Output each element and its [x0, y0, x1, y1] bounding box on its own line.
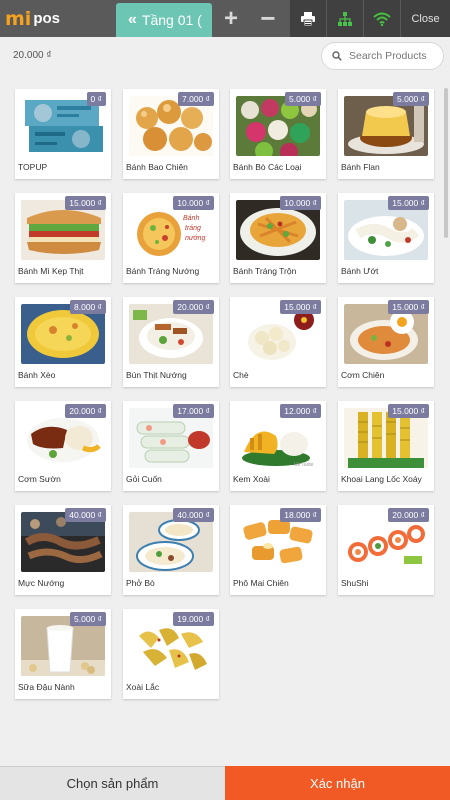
price-badge: 15.000 ₫	[280, 300, 321, 314]
search-icon	[332, 51, 342, 61]
product-card[interactable]: 17.000 ₫ Gỏi Cuốn	[123, 401, 219, 491]
product-name: Bánh Xèo	[18, 370, 56, 380]
product-name: Bánh Ướt	[341, 266, 379, 276]
price-badge: 17.000 ₫	[173, 404, 214, 418]
price-badge: 40.000 ₫	[173, 508, 214, 522]
product-card[interactable]: 20.000 ₫ Bún Thịt Nướng	[123, 297, 219, 387]
price-badge: 20.000 ₫	[65, 404, 106, 418]
price-badge: 40.000 ₫	[65, 508, 106, 522]
product-name: Mực Nướng	[18, 578, 65, 588]
product-card[interactable]: 5.000 ₫ Bánh Bò Các Loại	[230, 89, 326, 179]
search-box[interactable]	[321, 42, 444, 70]
product-name: Kem Xoài	[233, 474, 270, 484]
product-card[interactable]: 10.000 ₫ Bánh Tráng Trộn	[230, 193, 326, 283]
price-badge: 18.000 ₫	[280, 508, 321, 522]
top-bar: mi pos « Tầng 01 ( + − Close	[0, 0, 450, 37]
product-name: Khoai Lang Lốc Xoáy	[341, 474, 422, 484]
scrollbar[interactable]	[444, 88, 448, 238]
sitemap-icon	[338, 11, 352, 26]
product-card[interactable]: Bánh tráng nướng 10.000 ₫ Bánh Tráng Nướ…	[123, 193, 219, 283]
price-badge: 20.000 ₫	[173, 300, 214, 314]
price-badge: 5.000 ₫	[70, 612, 106, 626]
product-card[interactable]: 5.000 ₫ Bánh Flan	[338, 89, 434, 179]
price-badge: 12.000 ₫	[280, 404, 321, 418]
logo-pos: pos	[33, 10, 60, 27]
product-name: Cơm Chiên	[341, 370, 385, 380]
printer-icon	[301, 11, 315, 26]
product-name: TOPUP	[18, 162, 48, 172]
product-card[interactable]: 19.000 ₫ Xoài Lắc	[123, 609, 219, 699]
price-badge: 10.000 ₫	[173, 196, 214, 210]
product-name: Bánh Bò Các Loại	[233, 162, 302, 172]
product-name: Bánh Bao Chiên	[126, 162, 188, 172]
search-input[interactable]	[349, 50, 441, 62]
product-card[interactable]: 40.000 ₫ Phở Bò	[123, 505, 219, 595]
product-card[interactable]: 40.000 ₫ Mực Nướng	[15, 505, 111, 595]
product-card[interactable]: 15.000 ₫ Bánh Ướt	[338, 193, 434, 283]
add-button[interactable]: +	[213, 0, 249, 37]
price-badge: 15.000 ₫	[388, 404, 429, 418]
product-name: Bún Thịt Nướng	[126, 370, 187, 380]
sitemap-button[interactable]	[327, 0, 363, 37]
product-name: Bánh Tráng Trộn	[233, 266, 297, 276]
wifi-icon	[373, 12, 391, 26]
product-card[interactable]: 15.000 ₫ Bánh Mì Kẹp Thịt	[15, 193, 111, 283]
product-card[interactable]: 5.000 ₫ Sữa Đậu Nành	[15, 609, 111, 699]
price-badge: 15.000 ₫	[65, 196, 106, 210]
product-name: Chè	[233, 370, 249, 380]
product-card[interactable]: 15.000 ₫ Chè	[230, 297, 326, 387]
floor-tab-label: Tầng 01 (	[141, 12, 202, 28]
price-badge: 15.000 ₫	[388, 196, 429, 210]
product-name: Bánh Tráng Nướng	[126, 266, 200, 276]
wifi-button[interactable]	[364, 0, 400, 37]
product-card[interactable]: 7.000 ₫ Bánh Bao Chiên	[123, 89, 219, 179]
product-card[interactable]: 15.000 ₫ Cơm Chiên	[338, 297, 434, 387]
price-badge: 20.000 ₫	[388, 508, 429, 522]
product-name: Gỏi Cuốn	[126, 474, 162, 484]
product-name: Sữa Đậu Nành	[18, 682, 75, 692]
product-card[interactable]: Uk Taste 12.000 ₫ Kem Xoài	[230, 401, 326, 491]
price-badge: 5.000 ₫	[285, 92, 321, 106]
product-card[interactable]: 20.000 ₫ ShuShi	[338, 505, 434, 595]
product-card[interactable]: 8.000 ₫ Bánh Xèo	[15, 297, 111, 387]
product-card[interactable]: 15.000 ₫ Khoai Lang Lốc Xoáy	[338, 401, 434, 491]
mipos-logo: mi pos	[0, 0, 68, 37]
price-badge: 0 ₫	[86, 92, 106, 106]
svg-text:Bánh: Bánh	[183, 215, 199, 222]
confirm-button[interactable]: Xác nhận	[225, 766, 450, 800]
product-card[interactable]: 20.000 ₫ Cơm Sườn	[15, 401, 111, 491]
logo-mi: mi	[5, 7, 32, 30]
choose-products-button[interactable]: Chọn sản phẩm	[0, 766, 225, 800]
product-name: Cơm Sườn	[18, 474, 61, 484]
price-badge: 10.000 ₫	[280, 196, 321, 210]
price-badge: 7.000 ₫	[178, 92, 214, 106]
product-card[interactable]: 18.000 ₫ Phô Mai Chiên	[230, 505, 326, 595]
svg-text:tráng: tráng	[185, 225, 201, 232]
bottom-action-bar: Chọn sản phẩm Xác nhận	[0, 766, 450, 800]
floor-tab[interactable]: « Tầng 01 (	[116, 3, 212, 37]
price-badge: 5.000 ₫	[393, 92, 429, 106]
price-badge: 8.000 ₫	[70, 300, 106, 314]
remove-button[interactable]: −	[249, 0, 287, 37]
svg-text:nướng: nướng	[185, 235, 205, 242]
print-button[interactable]	[290, 0, 326, 37]
product-name: ShuShi	[341, 578, 369, 588]
product-name: Bánh Mì Kẹp Thịt	[18, 266, 84, 276]
product-name: Xoài Lắc	[126, 682, 160, 692]
product-name: Bánh Flan	[341, 162, 380, 172]
double-chevron-left-icon: «	[128, 11, 137, 28]
product-name: Phở Bò	[126, 578, 155, 588]
product-name: Phô Mai Chiên	[233, 578, 289, 588]
order-total: 20.000 ₫	[13, 50, 52, 61]
price-badge: 15.000 ₫	[388, 300, 429, 314]
svg-text:Uk Taste: Uk Taste	[294, 462, 314, 468]
price-badge: 19.000 ₫	[173, 612, 214, 626]
product-card[interactable]: 0 ₫ TOPUP	[15, 89, 111, 179]
close-button[interactable]: Close	[401, 0, 450, 37]
